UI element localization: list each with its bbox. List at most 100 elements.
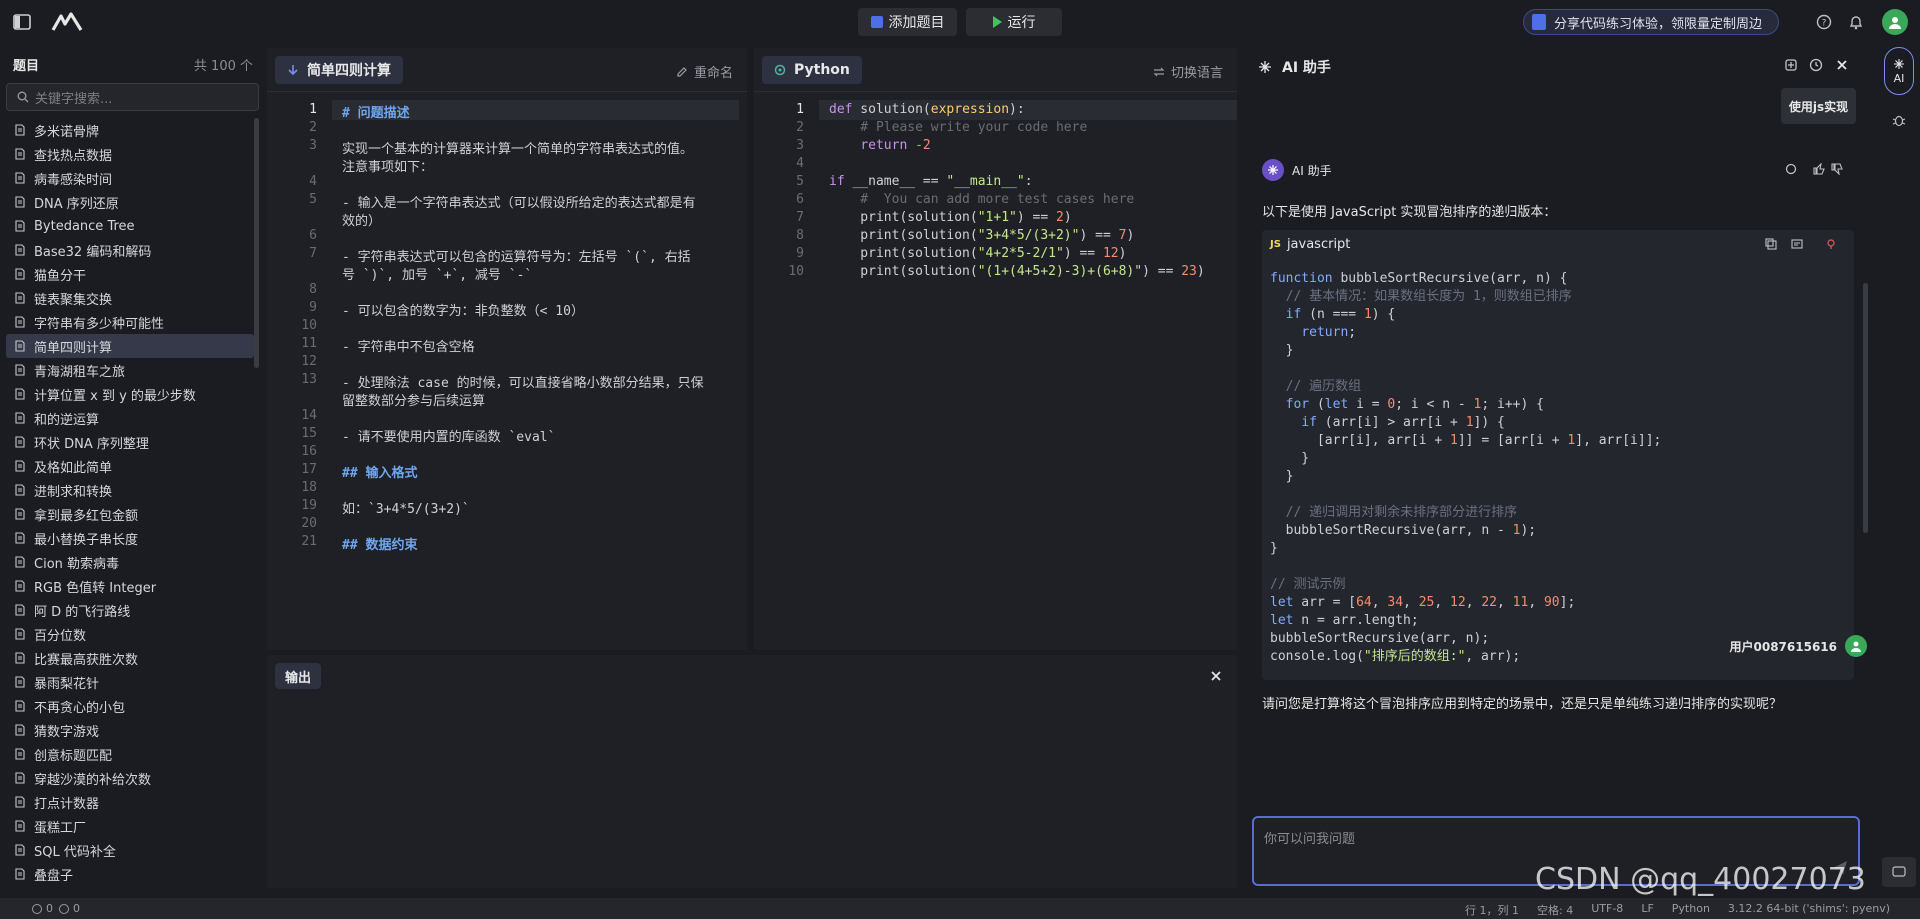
problem-count: 共 100 个 <box>193 59 253 74</box>
line-number: 3 <box>796 138 804 153</box>
list-item[interactable]: RGB 色值转 Integer <box>6 574 254 598</box>
list-item[interactable]: 青海湖租车之旅 <box>6 358 254 382</box>
list-item[interactable]: 多米诺骨牌 <box>6 118 254 142</box>
document-icon <box>15 124 25 136</box>
list-item[interactable]: 链表聚集交换 <box>6 286 254 310</box>
language-mode[interactable]: Python <box>1672 902 1710 918</box>
list-item[interactable]: 叠盘子 <box>6 862 254 886</box>
list-item[interactable]: 不再贪心的小包 <box>6 694 254 718</box>
tab-problem[interactable]: 简单四则计算 <box>275 55 403 84</box>
switch-language-button[interactable]: 切换语言 <box>1153 62 1223 81</box>
list-item[interactable]: 比赛最高获胜次数 <box>6 646 254 670</box>
insert-code-icon[interactable] <box>1790 237 1804 251</box>
sparkle-icon <box>1894 58 1904 69</box>
line-number: 15 <box>301 426 317 441</box>
list-item[interactable]: 简单四则计算 <box>6 334 254 358</box>
editor-line: ## 数据约束 <box>342 538 418 553</box>
encoding[interactable]: UTF-8 <box>1591 902 1623 918</box>
line-number: 6 <box>309 228 317 243</box>
close-panel-icon[interactable] <box>1834 57 1850 73</box>
chat-icon[interactable] <box>1882 857 1916 887</box>
document-icon <box>15 316 25 328</box>
code-line: print(solution("4+2*5-2/1") == 12) <box>829 246 1127 261</box>
document-icon <box>15 268 25 280</box>
bug-icon[interactable] <box>1890 111 1908 129</box>
output-panel: 输出 <box>267 655 1237 888</box>
bell-icon[interactable] <box>1846 12 1866 32</box>
list-item[interactable]: Cion 勒索病毒 <box>6 550 254 574</box>
add-problem-button[interactable]: 添加题目 <box>858 8 957 36</box>
share-banner[interactable]: 分享代码练习体验，领限量定制周边 <box>1523 9 1779 35</box>
list-item[interactable]: 暴雨梨花针 <box>6 670 254 694</box>
list-item[interactable]: 病毒感染时间 <box>6 166 254 190</box>
list-item[interactable]: 拿到最多红包金额 <box>6 502 254 526</box>
list-item[interactable]: 百分位数 <box>6 622 254 646</box>
code-line: # You can add more test cases here <box>829 192 1135 207</box>
thumbs-up-icon[interactable] <box>1812 162 1826 176</box>
line-number: 5 <box>796 174 804 189</box>
cursor-position[interactable]: 行 1，列 1 <box>1465 902 1519 918</box>
sidebar-toggle-icon[interactable] <box>10 10 34 34</box>
list-item[interactable]: 猜数字游戏 <box>6 718 254 742</box>
line-number: 12 <box>301 354 317 369</box>
code-tab-bar: Python 切换语言 <box>754 48 1237 92</box>
pin-icon[interactable] <box>1824 237 1838 251</box>
line-number: 10 <box>788 264 804 279</box>
list-item[interactable]: 进制求和转换 <box>6 478 254 502</box>
sidebar-scrollbar[interactable] <box>254 118 259 368</box>
list-item[interactable]: 查找热点数据 <box>6 142 254 166</box>
list-item[interactable]: 计算位置 x 到 y 的最少步数 <box>6 382 254 406</box>
line-number: 5 <box>309 192 317 207</box>
line-number: 21 <box>301 534 317 549</box>
pencil-icon <box>677 66 687 77</box>
indentation[interactable]: 空格: 4 <box>1537 902 1573 918</box>
editor-line: 如：`3+4*5/(3+2)` <box>342 502 470 517</box>
editor-line: 号 `)`, 加号 `+`, 减号 `-` <box>342 268 533 283</box>
editor-line: - 字符串中不包含空格 <box>342 340 475 355</box>
problems-indicator[interactable]: 0 0 <box>32 902 80 915</box>
list-item[interactable]: DNA 序列还原 <box>6 190 254 214</box>
list-item[interactable]: 及格如此简单 <box>6 454 254 478</box>
new-chat-icon[interactable] <box>1783 57 1799 73</box>
help-icon[interactable]: ? <box>1814 12 1834 32</box>
list-item[interactable]: SQL 代码补全 <box>6 838 254 862</box>
close-output-icon[interactable] <box>1209 669 1223 683</box>
list-item[interactable]: 蛋糕工厂 <box>6 814 254 838</box>
line-number: 8 <box>309 282 317 297</box>
list-item[interactable]: 阿 D 的飞行路线 <box>6 598 254 622</box>
rename-button[interactable]: 重命名 <box>676 62 733 81</box>
ai-panel-header: AI 助手 <box>1258 57 1331 77</box>
suggestion-chip[interactable]: 使用js实现 <box>1781 88 1856 124</box>
list-item[interactable]: Bytedance Tree <box>6 214 254 238</box>
list-item[interactable]: 和的逆运算 <box>6 406 254 430</box>
tab-output[interactable]: 输出 <box>275 663 322 689</box>
thumbs-down-icon[interactable] <box>1830 162 1844 176</box>
tab-language[interactable]: Python <box>762 55 862 84</box>
document-icon <box>15 772 25 784</box>
copy-icon[interactable] <box>1764 237 1778 251</box>
regenerate-icon[interactable] <box>1784 162 1798 176</box>
list-item[interactable]: 猫鱼分干 <box>6 262 254 286</box>
search-input[interactable]: 关键字搜索... <box>6 83 259 111</box>
run-button[interactable]: 运行 <box>966 8 1062 36</box>
list-item[interactable]: 环状 DNA 序列整理 <box>6 430 254 454</box>
ai-toggle-button[interactable]: AI <box>1884 47 1914 95</box>
list-item[interactable]: 最小替换子串长度 <box>6 526 254 550</box>
line-number: 1 <box>309 102 317 117</box>
list-item[interactable]: 字符串有多少种可能性 <box>6 310 254 334</box>
line-ending[interactable]: LF <box>1641 902 1653 918</box>
list-item[interactable]: Base32 编码和解码 <box>6 238 254 262</box>
ai-scrollbar[interactable] <box>1863 283 1868 533</box>
editor-line: # 问题描述 <box>342 106 410 121</box>
list-item[interactable]: 打点计数器 <box>6 790 254 814</box>
problem-list: 多米诺骨牌 查找热点数据 病毒感染时间 DNA 序列还原 Bytedance Tree B… <box>6 118 254 886</box>
logo-icon <box>50 10 84 34</box>
list-item[interactable]: 穿越沙漠的补给次数 <box>6 766 254 790</box>
history-icon[interactable] <box>1808 57 1824 73</box>
list-item[interactable]: 创意标题匹配 <box>6 742 254 766</box>
right-tool-strip: AI <box>1879 43 1920 898</box>
interpreter[interactable]: 3.12.2 64-bit ('shims': pyenv) <box>1728 902 1890 918</box>
avatar[interactable] <box>1882 9 1908 35</box>
code-line: # Please write your code here <box>829 120 1088 135</box>
python-icon <box>774 64 786 75</box>
